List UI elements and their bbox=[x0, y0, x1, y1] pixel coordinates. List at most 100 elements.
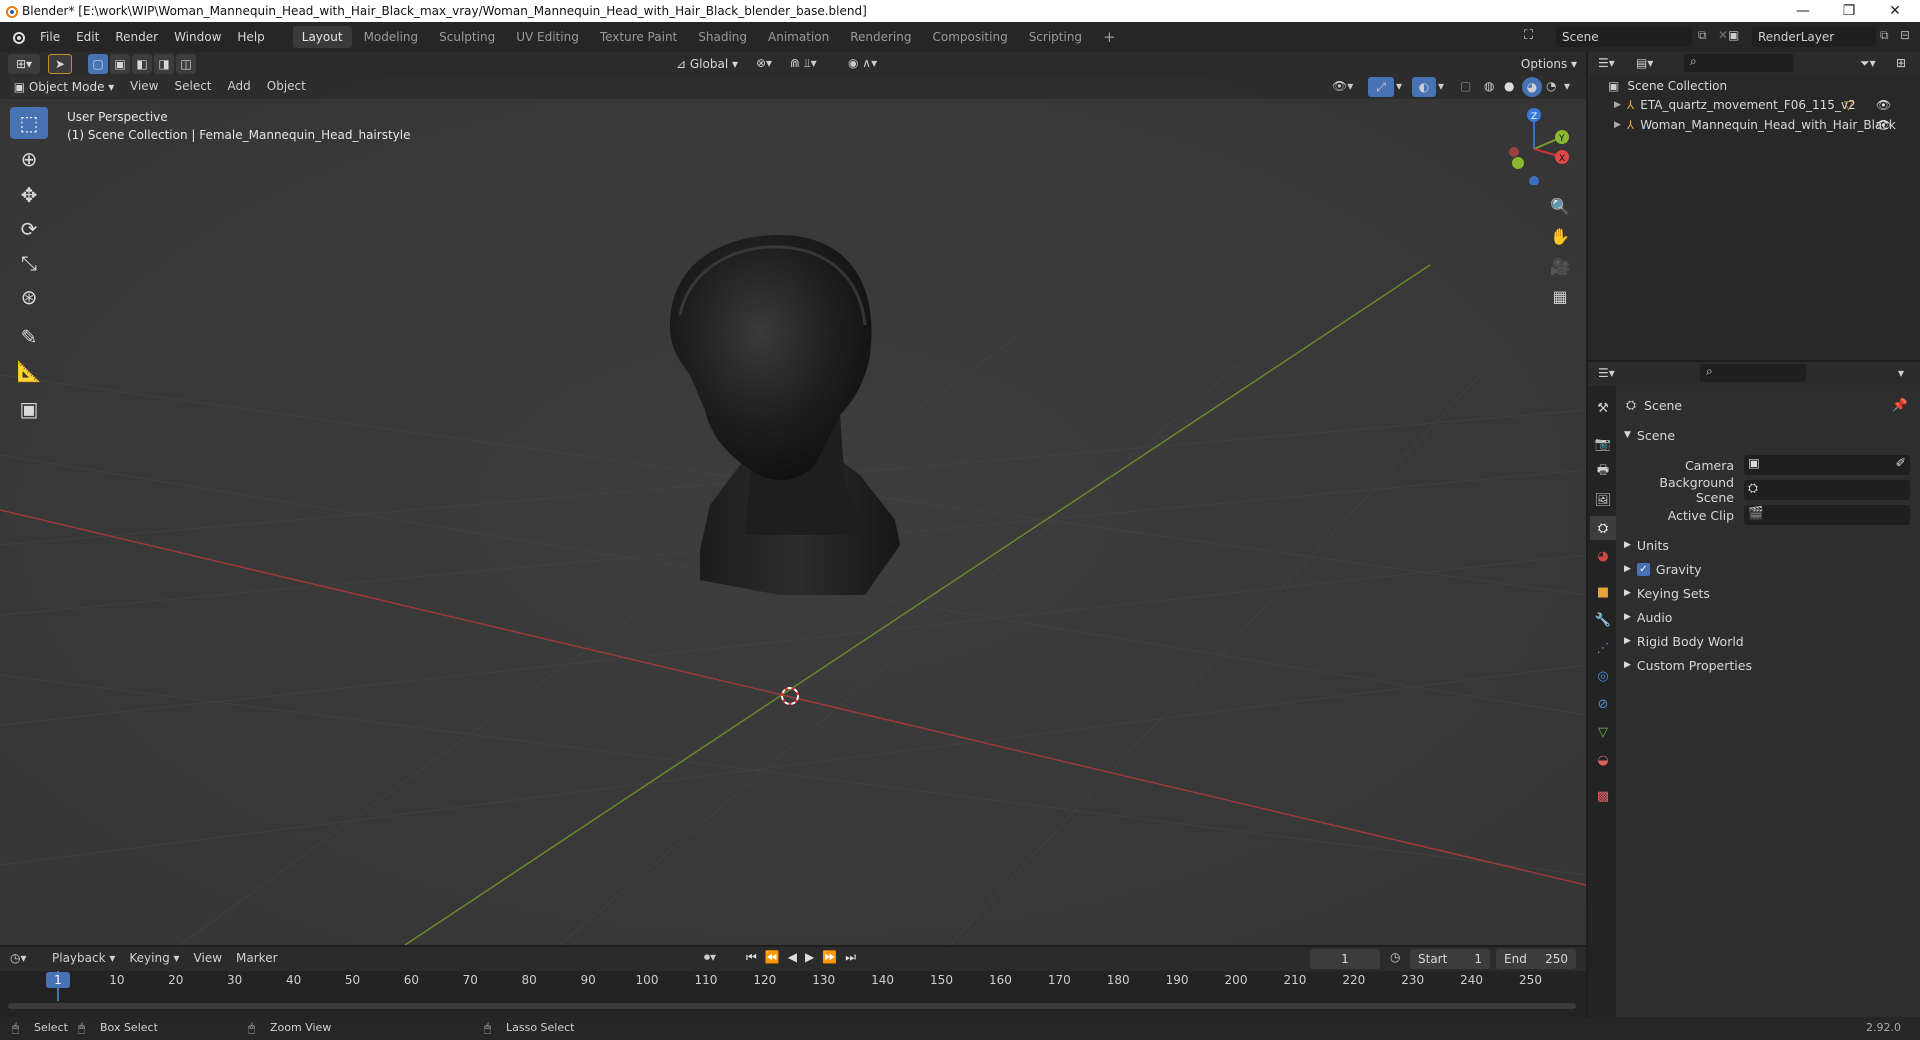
units-panel-header[interactable]: ▶ Units bbox=[1624, 534, 1669, 556]
select-tool-icon[interactable]: ➤ bbox=[48, 54, 72, 74]
playhead-frame[interactable]: 1 bbox=[46, 972, 70, 988]
viewport-menu-object[interactable]: Object bbox=[267, 79, 306, 93]
eye-icon[interactable]: 👁 bbox=[1876, 98, 1891, 112]
ortho-grid-icon[interactable]: ▦ bbox=[1546, 283, 1574, 309]
close-button[interactable]: ✕ bbox=[1872, 0, 1918, 22]
gravity-panel-header[interactable]: ▶ ✓ Gravity bbox=[1624, 558, 1702, 580]
object-tab-icon[interactable]: ■ bbox=[1590, 580, 1616, 604]
pan-hand-icon[interactable]: ✋ bbox=[1546, 223, 1574, 249]
background-scene-field[interactable]: ⛭ bbox=[1744, 480, 1910, 500]
view-layer-tab-icon[interactable]: 🖼 bbox=[1590, 488, 1616, 512]
texture-tab-icon[interactable]: ▩ bbox=[1590, 784, 1616, 808]
keying-sets-panel-header[interactable]: ▶ Keying Sets bbox=[1624, 582, 1710, 604]
timeline-menu-marker[interactable]: Marker bbox=[236, 951, 277, 965]
play-icon[interactable]: ▶ bbox=[805, 950, 814, 965]
add-workspace-button[interactable]: + bbox=[1094, 26, 1125, 48]
orientation-dropdown[interactable]: ⊿ Global ▾ bbox=[670, 54, 744, 74]
rotate-tool-icon[interactable]: ⟳ bbox=[10, 213, 48, 245]
start-frame-field[interactable]: Start 1 bbox=[1410, 949, 1490, 969]
material-tab-icon[interactable]: ◒ bbox=[1590, 748, 1616, 772]
rigid-body-panel-header[interactable]: ▶ Rigid Body World bbox=[1624, 630, 1744, 652]
outliner-item-mannequin[interactable]: ▶ ⅄ Woman_Mannequin_Head_with_Hair_Black… bbox=[1614, 115, 1914, 135]
cursor-tool-icon[interactable]: ⊕ bbox=[10, 143, 48, 175]
remove-layer-icon[interactable]: ⊟ bbox=[1900, 28, 1910, 42]
scene-field[interactable]: Scene bbox=[1556, 27, 1692, 47]
mode-new-icon[interactable]: ▢ bbox=[88, 54, 108, 74]
data-tab-icon[interactable]: ▽ bbox=[1590, 720, 1616, 744]
zoom-icon[interactable]: 🔍 bbox=[1546, 193, 1574, 219]
tab-modeling[interactable]: Modeling bbox=[355, 26, 428, 48]
new-scene-icon[interactable]: ⧉ bbox=[1698, 28, 1707, 43]
measure-tool-icon[interactable]: 📐 bbox=[10, 355, 48, 387]
menu-window[interactable]: Window bbox=[166, 22, 229, 52]
expand-arrow-icon[interactable]: ▶ bbox=[1614, 100, 1621, 110]
timeline-scrollbar[interactable] bbox=[8, 1003, 1576, 1009]
expand-arrow-icon[interactable]: ▶ bbox=[1614, 120, 1621, 130]
tab-scripting[interactable]: Scripting bbox=[1020, 26, 1091, 48]
eye-icon[interactable]: 👁 bbox=[1876, 118, 1891, 132]
scale-tool-icon[interactable]: ⤡ bbox=[10, 247, 48, 279]
end-frame-field[interactable]: End 250 bbox=[1496, 949, 1576, 969]
mode-subtract-icon[interactable]: ◧ bbox=[132, 54, 152, 74]
overlay-toggle-icon[interactable]: ◐ bbox=[1412, 77, 1436, 97]
viewport-menu-add[interactable]: Add bbox=[228, 79, 251, 93]
shading-dropdown-icon[interactable]: ▾ bbox=[1564, 79, 1570, 93]
scene-panel-header[interactable]: ▼ Scene bbox=[1624, 424, 1675, 446]
material-shading-icon[interactable]: ◕ bbox=[1522, 77, 1542, 97]
timeline-menu-playback[interactable]: Playback ▾ bbox=[52, 951, 115, 965]
snap-icon[interactable]: ⋒ ⫫▾ bbox=[790, 56, 817, 71]
new-layer-icon[interactable]: ⧉ bbox=[1880, 28, 1889, 43]
mode-intersect-icon[interactable]: ◫ bbox=[176, 54, 196, 74]
camera-field[interactable]: ▣ ✐ bbox=[1744, 455, 1910, 475]
mode-invert-icon[interactable]: ◨ bbox=[154, 54, 174, 74]
camera-view-icon[interactable]: 🎥 bbox=[1546, 253, 1574, 279]
menu-file[interactable]: File bbox=[32, 22, 68, 52]
output-tab-icon[interactable]: 🖶 bbox=[1590, 460, 1616, 484]
physics-tab-icon[interactable]: ◎ bbox=[1590, 664, 1616, 688]
scene-tab-icon[interactable]: ⛭ bbox=[1590, 516, 1616, 540]
wireframe-shading-icon[interactable]: ◍ bbox=[1484, 79, 1494, 93]
audio-panel-header[interactable]: ▶ Audio bbox=[1624, 606, 1672, 628]
renderlayer-field[interactable]: RenderLayer bbox=[1752, 27, 1876, 47]
scene-selector-icon[interactable]: ⛶ bbox=[1524, 28, 1533, 43]
new-collection-icon[interactable]: ⊞ bbox=[1896, 56, 1906, 70]
outliner-item-eta[interactable]: ▶ ⅄ ETA_quartz_movement_F06_115_v2 ▽ 👁 bbox=[1614, 95, 1914, 115]
play-reverse-icon[interactable]: ◀ bbox=[788, 950, 797, 965]
tab-sculpting[interactable]: Sculpting bbox=[430, 26, 504, 48]
tab-shading[interactable]: Shading bbox=[689, 26, 756, 48]
jump-start-icon[interactable]: ⏮ bbox=[746, 950, 757, 965]
view-layer-icon[interactable]: ▣ bbox=[1728, 28, 1739, 42]
active-clip-field[interactable]: 🎬 bbox=[1744, 505, 1910, 525]
mode-dropdown[interactable]: ▣ Object Mode ▾ bbox=[10, 77, 118, 97]
custom-properties-panel-header[interactable]: ▶ Custom Properties bbox=[1624, 654, 1752, 676]
visibility-icon[interactable]: 👁▾ bbox=[1332, 79, 1353, 93]
menu-help[interactable]: Help bbox=[229, 22, 272, 52]
editor-type-icon[interactable]: ⊞▾ bbox=[8, 54, 40, 74]
3d-viewport[interactable]: ▣ Object Mode ▾ View Select Add Object 👁… bbox=[0, 75, 1586, 945]
3d-cursor-icon[interactable] bbox=[779, 685, 801, 707]
tool-tab-icon[interactable]: ⚒ bbox=[1590, 396, 1616, 420]
proportional-edit-icon[interactable]: ◉ ∧▾ bbox=[848, 56, 877, 70]
pin-icon[interactable]: 📌 bbox=[1892, 397, 1908, 413]
solid-shading-icon[interactable]: ● bbox=[1504, 79, 1514, 93]
current-frame-field[interactable]: 1 bbox=[1310, 949, 1380, 969]
eyedropper-icon[interactable]: ✐ bbox=[1896, 455, 1906, 470]
timeline-menu-keying[interactable]: Keying ▾ bbox=[129, 951, 179, 965]
minimize-button[interactable]: — bbox=[1780, 0, 1826, 22]
tab-compositing[interactable]: Compositing bbox=[923, 26, 1016, 48]
mannequin-head-object[interactable] bbox=[650, 235, 970, 655]
properties-editor-icon[interactable]: ☰▾ bbox=[1598, 366, 1615, 380]
menu-render[interactable]: Render bbox=[107, 22, 166, 52]
prev-keyframe-icon[interactable]: ⏪ bbox=[765, 950, 780, 965]
select-box-tool-icon[interactable]: ⬚ bbox=[10, 107, 48, 139]
navigation-gizmo[interactable]: Z Y X bbox=[1490, 105, 1580, 185]
options-dropdown[interactable]: Options ▾ bbox=[1518, 54, 1580, 74]
constraints-tab-icon[interactable]: ⊘ bbox=[1590, 692, 1616, 716]
pivot-point-icon[interactable]: ⊗▾ bbox=[756, 56, 772, 70]
tab-layout[interactable]: Layout bbox=[292, 26, 352, 48]
add-cube-tool-icon[interactable]: ▣ bbox=[10, 393, 48, 425]
gravity-checkbox[interactable]: ✓ bbox=[1636, 562, 1650, 576]
next-keyframe-icon[interactable]: ⏩ bbox=[822, 950, 837, 965]
blender-menu-icon[interactable] bbox=[10, 29, 26, 45]
transform-tool-icon[interactable]: ⊛ bbox=[10, 281, 48, 313]
